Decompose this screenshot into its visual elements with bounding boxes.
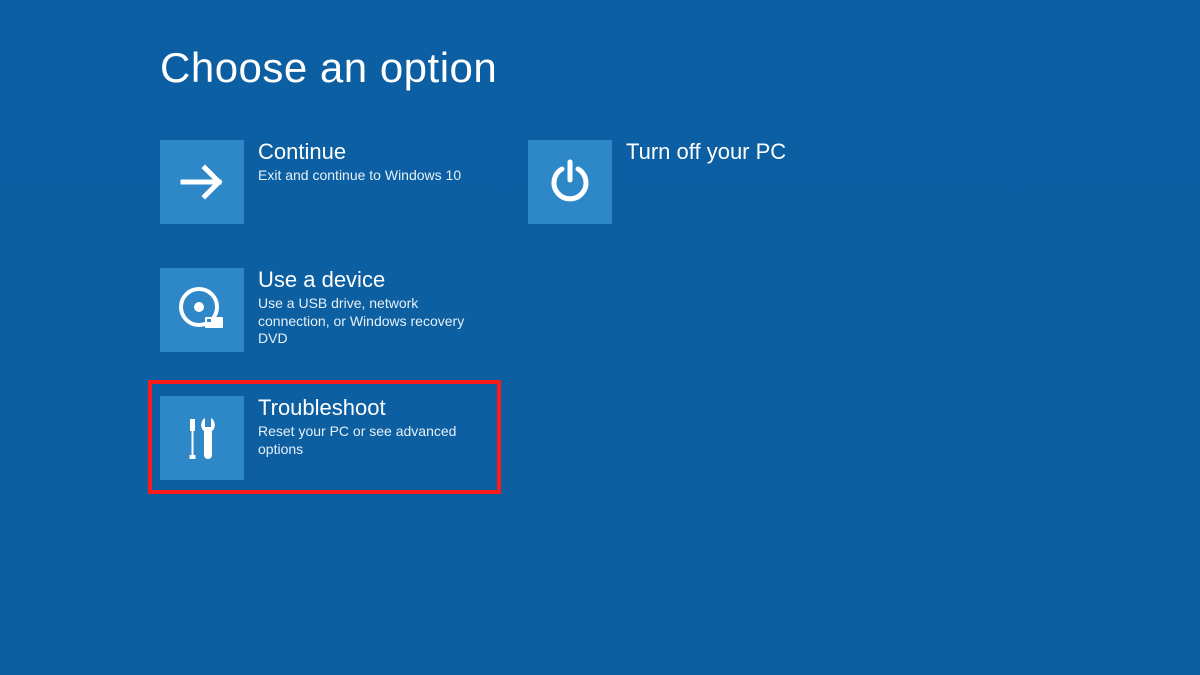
option-continue-label: Continue Exit and continue to Windows 10 — [258, 140, 461, 185]
option-use-device[interactable]: Use a device Use a USB drive, network co… — [160, 268, 510, 363]
option-troubleshoot-tile — [160, 396, 244, 480]
disc-device-icon — [175, 283, 229, 337]
page-title: Choose an option — [160, 44, 497, 92]
option-use-device-subtitle: Use a USB drive, network connection, or … — [258, 295, 488, 348]
option-use-device-label: Use a device Use a USB drive, network co… — [258, 268, 488, 348]
option-troubleshoot-label: Troubleshoot Reset your PC or see advanc… — [258, 396, 488, 458]
option-troubleshoot[interactable]: Troubleshoot Reset your PC or see advanc… — [160, 396, 510, 491]
option-column-left: Continue Exit and continue to Windows 10 — [160, 140, 510, 524]
power-icon — [543, 155, 597, 209]
option-turn-off-pc-tile — [528, 140, 612, 224]
winre-choose-option-screen: Choose an option Continue — [0, 0, 1200, 675]
option-use-device-tile — [160, 268, 244, 352]
option-turn-off-pc[interactable]: Turn off your PC — [528, 140, 878, 235]
option-troubleshoot-title: Troubleshoot — [258, 396, 488, 420]
tools-icon — [175, 411, 229, 465]
option-turn-off-pc-label: Turn off your PC — [626, 140, 786, 167]
option-continue-tile — [160, 140, 244, 224]
option-column-right: Turn off your PC — [528, 140, 878, 268]
option-continue-title: Continue — [258, 140, 461, 164]
option-turn-off-pc-title: Turn off your PC — [626, 140, 786, 164]
option-continue[interactable]: Continue Exit and continue to Windows 10 — [160, 140, 510, 235]
option-use-device-title: Use a device — [258, 268, 488, 292]
option-troubleshoot-subtitle: Reset your PC or see advanced options — [258, 423, 488, 458]
arrow-right-icon — [175, 155, 229, 209]
option-continue-subtitle: Exit and continue to Windows 10 — [258, 167, 461, 185]
